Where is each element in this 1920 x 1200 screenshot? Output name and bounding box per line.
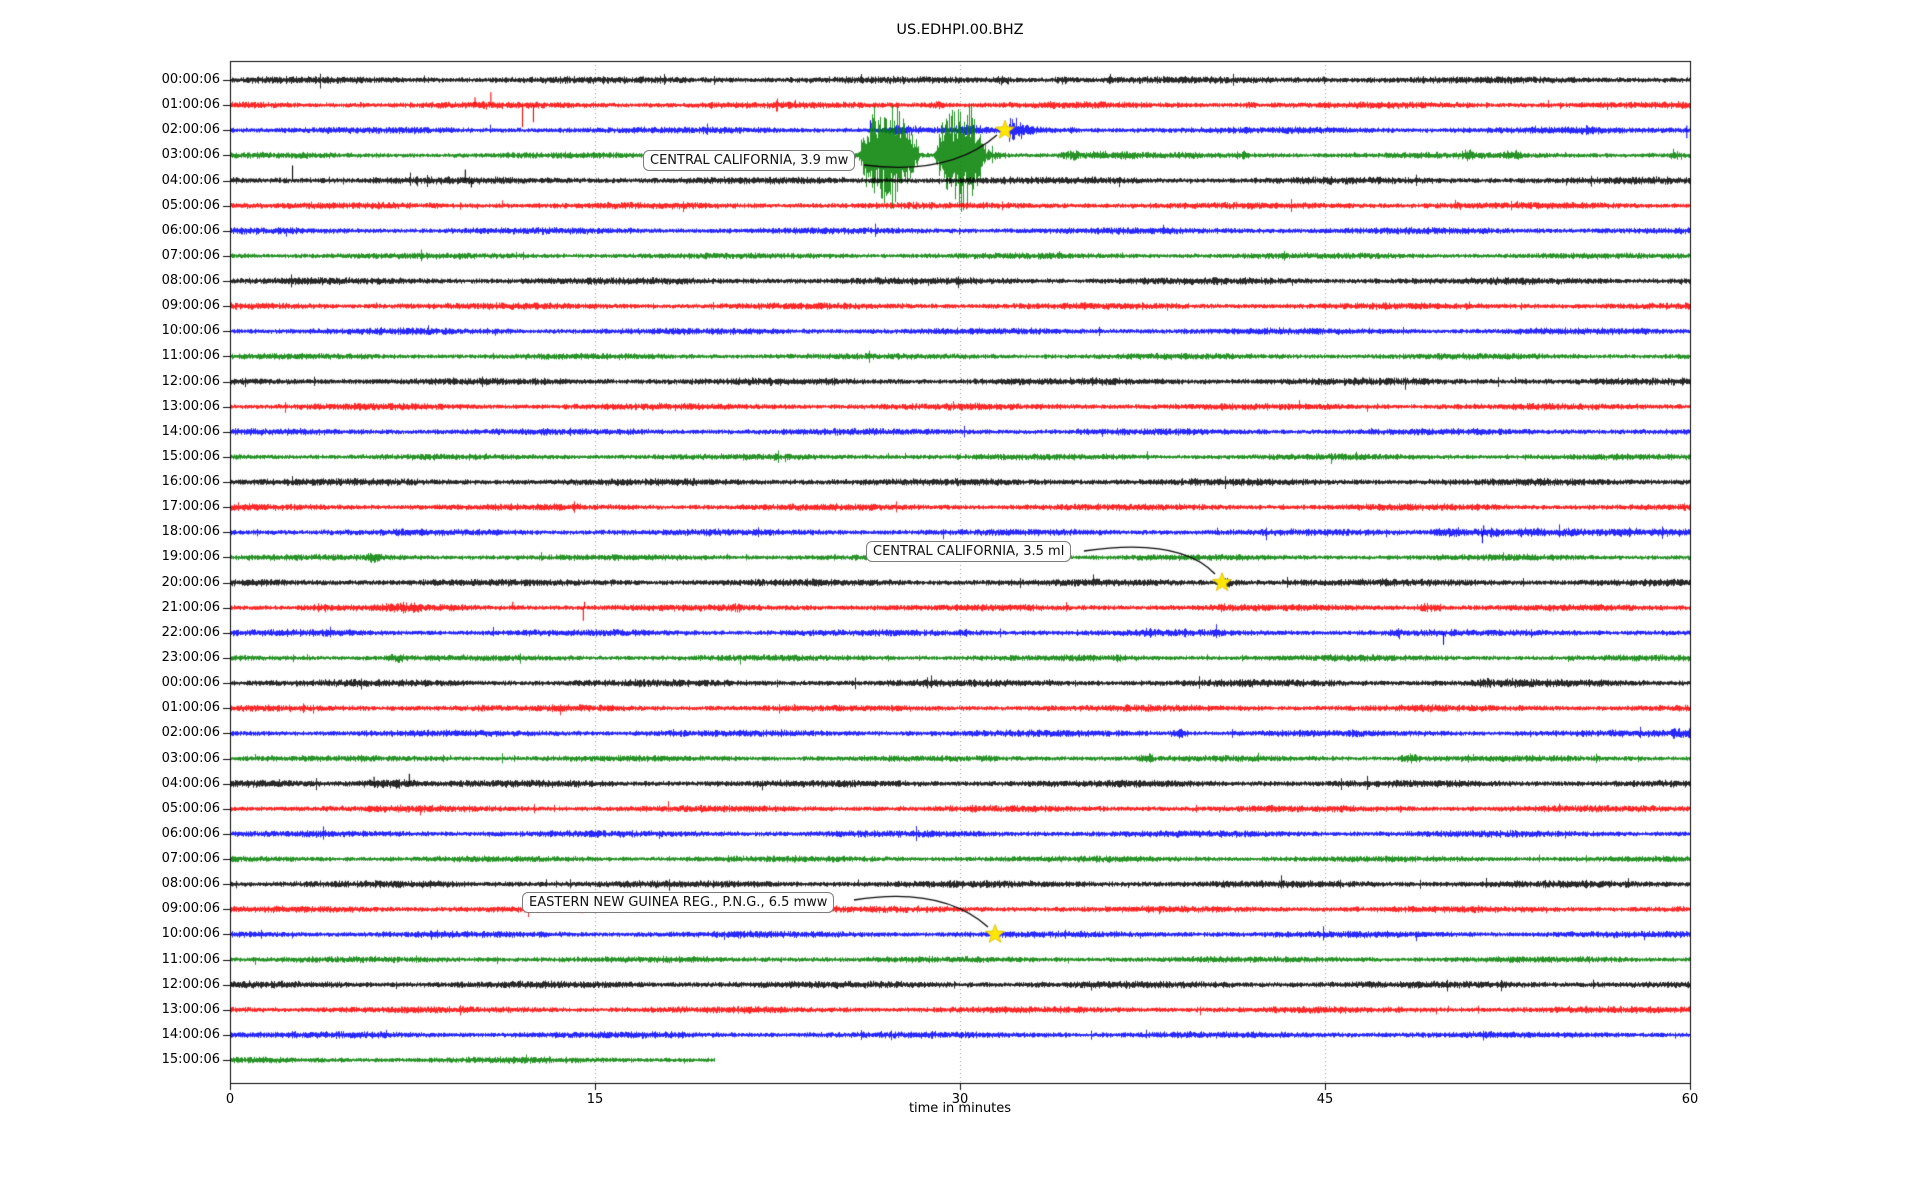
y-axis-label: 22:00:06 [161, 624, 220, 640]
y-axis-label: 19:00:06 [161, 549, 220, 565]
y-axis-label: 05:00:06 [161, 197, 220, 213]
y-axis-label: 18:00:06 [161, 524, 220, 540]
y-axis-label: 00:00:06 [161, 72, 220, 87]
y-axis-label: 11:00:06 [161, 951, 220, 967]
y-axis-label: 10:00:06 [161, 926, 220, 942]
seismogram-page: US.EDHPI.00.BHZ 00:00:0601:00:0602:00:06… [0, 0, 1920, 1200]
y-axis-label: 02:00:06 [161, 725, 220, 741]
y-axis-label: 21:00:06 [161, 599, 220, 615]
y-axis-label: 10:00:06 [161, 323, 220, 339]
y-axis-label: 01:00:06 [161, 700, 220, 716]
y-axis-label: 07:00:06 [161, 247, 220, 263]
y-axis-label: 01:00:06 [161, 97, 220, 113]
y-axis-label: 13:00:06 [161, 1001, 220, 1017]
y-axis-label: 00:00:06 [161, 675, 220, 691]
y-axis-label: 12:00:06 [161, 976, 220, 992]
seismogram-plot-canvas [0, 0, 1920, 1200]
y-axis-label: 08:00:06 [161, 273, 220, 289]
y-axis-label: 14:00:06 [161, 1026, 220, 1042]
y-axis-label: 16:00:06 [161, 474, 220, 490]
y-axis-label: 04:00:06 [161, 775, 220, 791]
y-axis-label: 15:00:06 [161, 448, 220, 464]
y-axis-label: 05:00:06 [161, 800, 220, 816]
event-annotation-central-california-35: CENTRAL CALIFORNIA, 3.5 ml [866, 541, 1072, 562]
y-axis-label: 03:00:06 [161, 147, 220, 163]
y-axis-label: 08:00:06 [161, 876, 220, 892]
y-axis-label: 15:00:06 [161, 1052, 220, 1068]
y-axis-label: 23:00:06 [161, 649, 220, 665]
y-axis-label: 14:00:06 [161, 423, 220, 439]
event-annotation-central-california-39: CENTRAL CALIFORNIA, 3.9 mw [643, 150, 856, 171]
y-axis-label: 03:00:06 [161, 750, 220, 766]
event-annotation-new-guinea-65: EASTERN NEW GUINEA REG., P.N.G., 6.5 mww [522, 892, 835, 913]
y-axis-label: 07:00:06 [161, 851, 220, 867]
y-axis-label: 04:00:06 [161, 172, 220, 188]
y-axis-label: 20:00:06 [161, 574, 220, 590]
y-axis-label: 12:00:06 [161, 373, 220, 389]
y-axis-label: 06:00:06 [161, 825, 220, 841]
y-axis-label: 09:00:06 [161, 901, 220, 917]
y-axis-label: 13:00:06 [161, 398, 220, 414]
y-axis-label: 11:00:06 [161, 348, 220, 364]
y-axis-label: 17:00:06 [161, 499, 220, 515]
y-axis-label: 06:00:06 [161, 222, 220, 238]
y-axis-label: 09:00:06 [161, 298, 220, 314]
y-axis-label: 02:00:06 [161, 122, 220, 138]
x-axis-title: time in minutes [908, 1101, 1012, 1116]
